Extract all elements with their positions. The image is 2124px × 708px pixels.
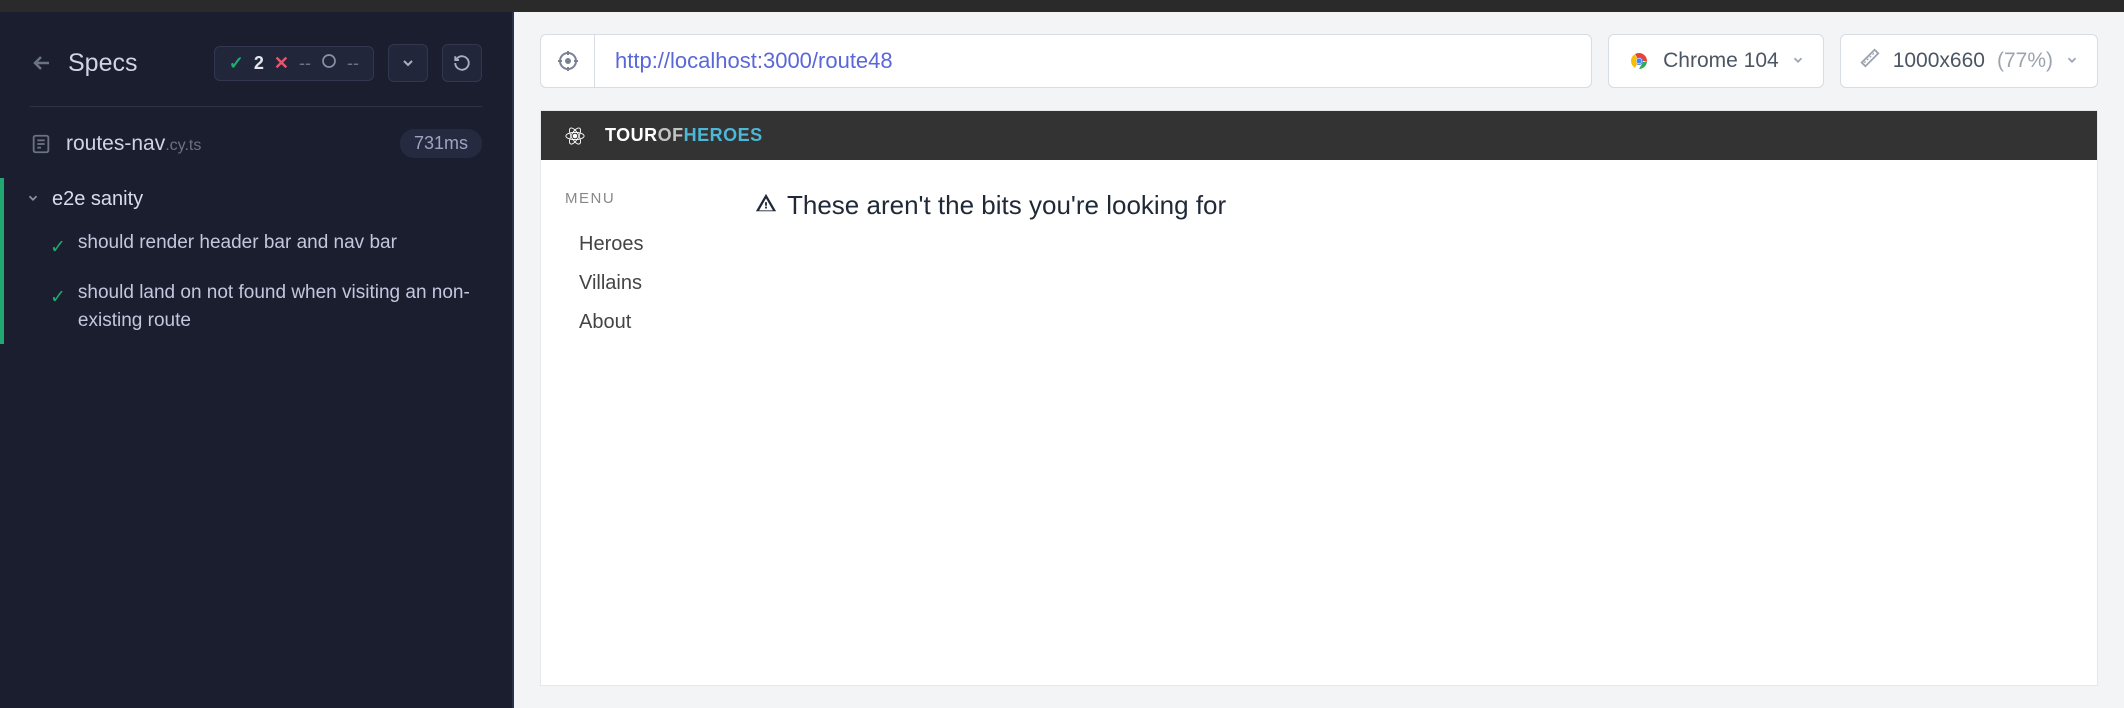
preview-panel: http://localhost:3000/route48 Chrome 104… <box>512 12 2124 708</box>
chevron-down-icon <box>2065 49 2079 73</box>
url-text: http://localhost:3000/route48 <box>615 48 893 74</box>
url-container: http://localhost:3000/route48 <box>540 34 1592 88</box>
menu-item-about[interactable]: About <box>565 303 715 342</box>
test-row[interactable]: ✓ should render header bar and nav bar <box>4 221 512 271</box>
chevron-down-icon <box>26 188 40 211</box>
test-runner-sidebar: Specs ✓ 2 ✕ -- -- <box>0 12 512 708</box>
check-icon: ✓ <box>229 53 244 74</box>
spec-basename: routes-nav <box>66 132 165 155</box>
spec-file-name: routes-nav.cy.ts <box>66 132 201 156</box>
brand-of: OF <box>658 125 684 145</box>
chevron-down-icon <box>1791 49 1805 73</box>
menu-item-heroes[interactable]: Heroes <box>565 225 715 264</box>
not-found-message: These aren't the bits you're looking for <box>755 190 2073 221</box>
app-nav-menu: MENU Heroes Villains About <box>565 190 715 342</box>
x-icon: ✕ <box>274 53 289 74</box>
brand-heroes: HEROES <box>684 125 763 145</box>
check-icon: ✓ <box>50 234 66 263</box>
check-icon: ✓ <box>50 284 66 313</box>
back-icon[interactable] <box>30 51 54 75</box>
pending-icon <box>321 53 337 74</box>
test-title: should land on not found when visiting a… <box>78 279 494 336</box>
app-body: MENU Heroes Villains About These aren't … <box>541 160 2097 372</box>
chevron-down-button[interactable] <box>388 44 428 82</box>
react-icon <box>565 126 585 146</box>
app-under-test: TOUROFHEROES MENU Heroes Villains About … <box>540 110 2098 686</box>
suite-name: e2e sanity <box>52 188 143 211</box>
browser-selector[interactable]: Chrome 104 <box>1608 34 1824 88</box>
window-chrome-strip <box>0 0 2124 12</box>
app-header-bar: TOUROFHEROES <box>541 111 2097 160</box>
spec-extension: .cy.ts <box>165 137 201 154</box>
file-icon <box>30 133 52 155</box>
stat-passed: 2 <box>254 53 264 74</box>
test-suite-block: e2e sanity ✓ should render header bar an… <box>0 178 512 344</box>
test-title: should render header bar and nav bar <box>78 229 397 258</box>
stat-pending: -- <box>347 53 359 74</box>
spec-file-row[interactable]: routes-nav.cy.ts 731ms <box>0 107 512 176</box>
suite-row[interactable]: e2e sanity <box>4 178 512 221</box>
test-row[interactable]: ✓ should land on not found when visiting… <box>4 271 512 344</box>
viewport-size: 1000x660 <box>1893 49 1985 73</box>
stat-failed: -- <box>299 53 311 74</box>
main-layout: Specs ✓ 2 ✕ -- -- <box>0 12 2124 708</box>
warning-icon <box>755 190 777 221</box>
specs-header: Specs ✓ 2 ✕ -- -- <box>0 32 512 102</box>
browser-name: Chrome 104 <box>1663 49 1779 73</box>
specs-title: Specs <box>68 49 200 78</box>
viewport-scale: (77%) <box>1997 49 2053 73</box>
test-stats-chip: ✓ 2 ✕ -- -- <box>214 46 374 81</box>
selector-playground-button[interactable] <box>540 34 594 88</box>
app-content: These aren't the bits you're looking for <box>755 190 2073 342</box>
menu-label: MENU <box>565 190 715 207</box>
preview-toolbar: http://localhost:3000/route48 Chrome 104… <box>514 12 2124 110</box>
viewport-selector[interactable]: 1000x660 (77%) <box>1840 34 2098 88</box>
ruler-icon <box>1859 47 1881 75</box>
url-bar[interactable]: http://localhost:3000/route48 <box>594 34 1592 88</box>
rerun-button[interactable] <box>442 44 482 82</box>
not-found-text: These aren't the bits you're looking for <box>787 190 1226 221</box>
spec-duration: 731ms <box>400 129 482 158</box>
app-brand: TOUROFHEROES <box>605 125 763 146</box>
brand-tour: TOUR <box>605 125 658 145</box>
menu-item-villains[interactable]: Villains <box>565 264 715 303</box>
chrome-icon <box>1627 49 1651 73</box>
